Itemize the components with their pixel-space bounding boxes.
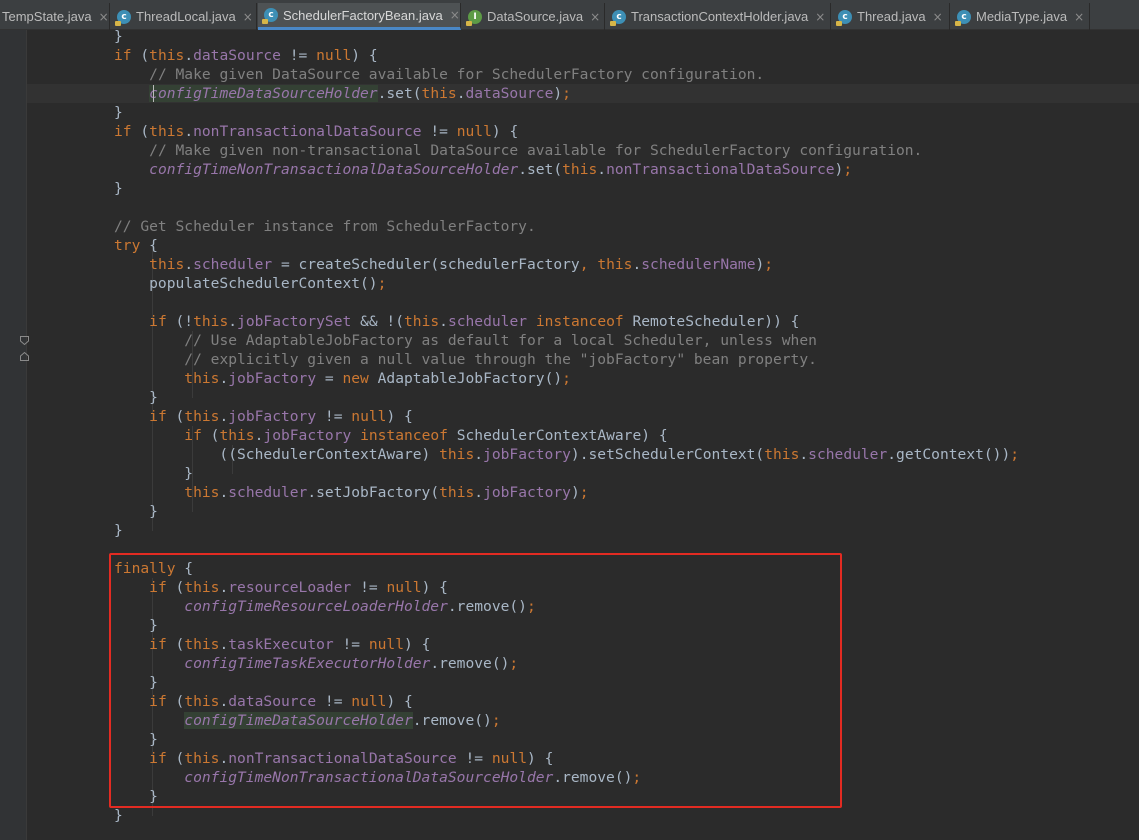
class-icon: c: [262, 8, 278, 24]
tab-threadlocal[interactable]: c ThreadLocal.java ×: [111, 3, 257, 30]
code-line: }: [114, 465, 194, 482]
close-icon[interactable]: ×: [933, 10, 943, 24]
tab-label: MediaType.java: [976, 9, 1068, 24]
code-line: // Get Scheduler instance from Scheduler…: [114, 218, 536, 235]
close-icon[interactable]: ×: [590, 10, 600, 24]
tab-thread[interactable]: c Thread.java ×: [832, 3, 950, 30]
code-line: if (this.dataSource != null) {: [114, 47, 378, 64]
code-line: }: [114, 180, 123, 197]
lock-icon: [610, 20, 616, 26]
code-line: // explicitly given a null value through…: [184, 351, 817, 368]
code-line: try {: [114, 237, 158, 254]
close-icon[interactable]: ×: [99, 10, 109, 24]
class-icon: c: [115, 9, 131, 26]
code-line: if (!this.jobFactorySet && !(this.schedu…: [149, 313, 800, 330]
close-icon[interactable]: ×: [450, 8, 460, 22]
tab-label: TransactionContextHolder.java: [631, 9, 809, 24]
code-line: }: [114, 503, 158, 520]
code-line: this.scheduler.setJobFactory(this.jobFac…: [184, 484, 589, 501]
code-line: ((SchedulerContextAware) this.jobFactory…: [114, 446, 1020, 463]
code-line: configTimeDataSourceHolder.set(this.data…: [149, 85, 571, 102]
class-icon: c: [836, 9, 852, 26]
code-line: this.scheduler = createScheduler(schedul…: [149, 256, 774, 273]
lock-icon: [115, 20, 121, 26]
tab-label: Thread.java: [857, 9, 926, 24]
tab-schedulerfactorybean[interactable]: c SchedulerFactoryBean.java ×: [258, 3, 461, 30]
tab-transactioncontextholder[interactable]: c TransactionContextHolder.java ×: [606, 3, 831, 30]
editor-tab-bar: TempState.java × c ThreadLocal.java × c …: [0, 0, 1139, 30]
lock-icon: [836, 20, 842, 26]
close-icon[interactable]: ×: [815, 10, 825, 24]
close-icon[interactable]: ×: [243, 10, 253, 24]
lock-icon: [262, 19, 268, 24]
code-line: }: [114, 522, 123, 539]
lock-icon: [955, 20, 961, 26]
code-line: }: [114, 30, 123, 45]
tab-mediatype[interactable]: c MediaType.java ×: [951, 3, 1090, 30]
class-icon: c: [610, 9, 626, 26]
code-line: if (this.nonTransactionalDataSource != n…: [114, 123, 519, 140]
code-line: }: [114, 104, 123, 121]
tab-datasource[interactable]: I DataSource.java ×: [462, 3, 605, 30]
interface-icon: I: [466, 9, 482, 26]
code-line: // Make given non-transactional DataSour…: [149, 142, 923, 159]
class-icon: c: [955, 9, 971, 26]
code-line: if (this.jobFactory instanceof Scheduler…: [184, 427, 668, 444]
lock-icon: [466, 20, 472, 26]
tab-label: TempState.java: [2, 9, 92, 24]
code-line: if (this.jobFactory != null) {: [149, 408, 413, 425]
tab-label: DataSource.java: [487, 9, 584, 24]
text-caret: [153, 85, 154, 102]
code-line: // Use AdaptableJobFactory as default fo…: [184, 332, 817, 349]
tab-label: SchedulerFactoryBean.java: [283, 7, 443, 23]
code-line: configTimeNonTransactionalDataSourceHold…: [149, 161, 853, 178]
code-line: this.jobFactory = new AdaptableJobFactor…: [184, 370, 571, 387]
finally-block-highlight-box: [109, 553, 842, 808]
tab-label: ThreadLocal.java: [136, 9, 236, 24]
close-icon[interactable]: ×: [1074, 10, 1084, 24]
code-line: populateSchedulerContext();: [114, 275, 387, 292]
code-line: // Make given DataSource available for S…: [149, 66, 765, 83]
tab-tempstate[interactable]: TempState.java ×: [0, 3, 110, 30]
code-line: }: [114, 389, 158, 406]
code-line: }: [114, 807, 123, 824]
